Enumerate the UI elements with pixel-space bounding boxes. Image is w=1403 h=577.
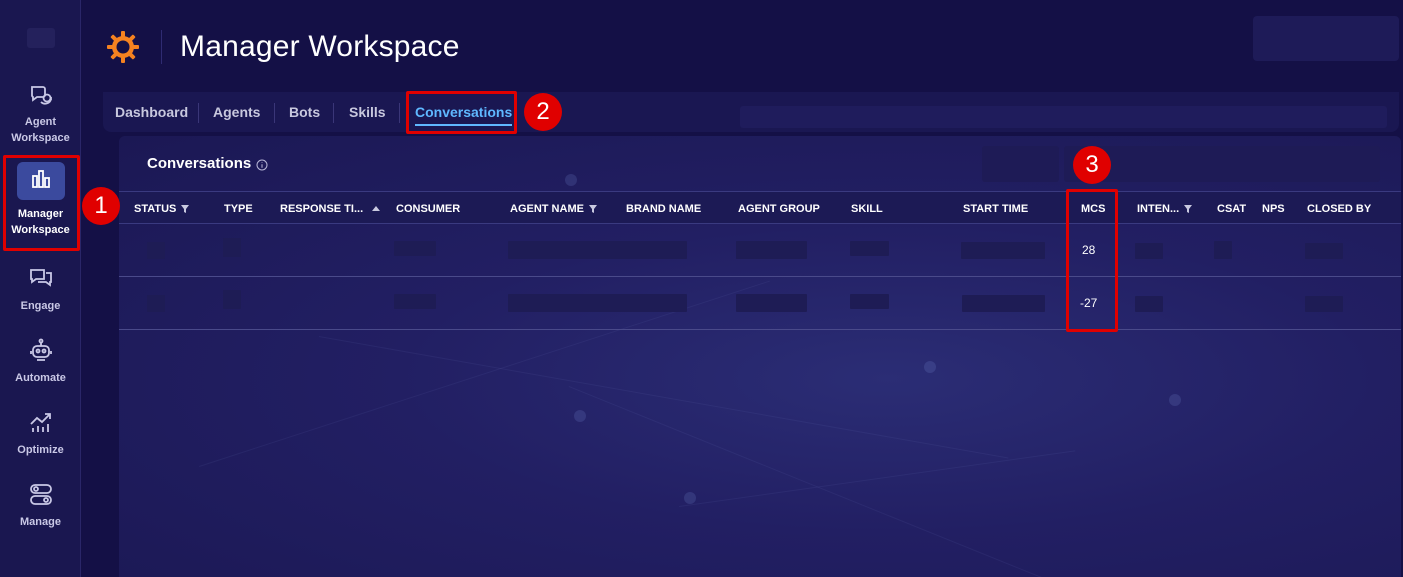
panel-search-control[interactable] (1064, 146, 1380, 182)
background-network-node (574, 410, 586, 422)
table-row[interactable]: -27 (119, 277, 1401, 330)
sidebar-logo-placeholder (27, 28, 55, 48)
headset-chat-icon (28, 82, 54, 108)
conversations-panel: Conversations STATUS TYPE RESPONSE TI...… (119, 136, 1401, 577)
tab-skills[interactable]: Skills (349, 104, 386, 120)
redacted-cell (961, 242, 1045, 259)
info-circle-icon[interactable] (256, 158, 268, 171)
background-network-line (679, 450, 1076, 507)
annotation-badge-2: 2 (524, 93, 562, 131)
tab-bar: Dashboard Agents Bots Skills Conversatio… (103, 92, 1399, 132)
panel-title: Conversations (147, 155, 252, 172)
redacted-cell (1305, 243, 1343, 259)
column-header-nps[interactable]: NPS (1262, 203, 1285, 215)
background-network-node (684, 492, 696, 504)
column-header-consumer[interactable]: CONSUMER (396, 203, 460, 215)
column-header-brand-name[interactable]: BRAND NAME (626, 203, 701, 215)
table-header: STATUS TYPE RESPONSE TI... CONSUMER AGEN… (119, 191, 1401, 224)
tab-dashboard[interactable]: Dashboard (115, 104, 188, 120)
redacted-cell (736, 294, 807, 312)
tab-agents[interactable]: Agents (213, 104, 260, 120)
redacted-cell (508, 241, 687, 259)
filter-icon[interactable] (588, 204, 598, 214)
filter-icon[interactable] (1183, 204, 1193, 214)
header-divider (161, 30, 162, 64)
tab-divider (274, 103, 275, 123)
tab-bots[interactable]: Bots (289, 104, 320, 120)
sidebar-item-label: Optimize (17, 444, 64, 456)
sort-ascending-icon[interactable] (371, 204, 381, 214)
sidebar-item-label: Workspace (11, 132, 70, 144)
column-header-type[interactable]: TYPE (224, 203, 253, 215)
background-network-node (924, 361, 936, 373)
redacted-cell (1305, 296, 1343, 312)
tab-divider (333, 103, 334, 123)
sidebar-item-label: Engage (20, 300, 61, 312)
tab-divider (198, 103, 199, 123)
annotation-badge-3: 3 (1073, 146, 1111, 184)
redacted-cell (394, 294, 436, 309)
panel-filter-control[interactable] (982, 146, 1059, 182)
toggles-icon (28, 482, 54, 508)
column-header-status[interactable]: STATUS (134, 203, 190, 215)
redacted-cell (147, 242, 165, 259)
redacted-cell (1214, 241, 1232, 259)
column-header-closed-by[interactable]: CLOSED BY (1307, 203, 1371, 215)
redacted-cell (850, 241, 889, 256)
annotation-box-2 (406, 91, 517, 134)
background-network-line (318, 336, 1009, 459)
column-header-skill[interactable]: SKILL (851, 203, 883, 215)
background-network-line (568, 386, 1052, 577)
sidebar-item-automate[interactable]: Automate (0, 338, 81, 386)
sidebar-item-agent-workspace[interactable]: Agent Workspace (0, 82, 81, 146)
sidebar-item-label: Agent (24, 116, 57, 128)
annotation-box-3 (1066, 189, 1118, 332)
sidebar-item-manage[interactable]: Manage (0, 482, 81, 530)
page-title: Manager Workspace (180, 30, 460, 63)
column-header-csat[interactable]: CSAT (1217, 203, 1246, 215)
annotation-badge-1: 1 (82, 187, 120, 225)
trend-chart-icon (28, 410, 54, 436)
redacted-cell (1135, 243, 1163, 259)
column-header-intent[interactable]: INTEN... (1137, 203, 1193, 215)
gear-logo-icon (106, 30, 140, 64)
column-header-start-time[interactable]: START TIME (963, 203, 1028, 215)
header-user-area[interactable] (1253, 16, 1399, 61)
chat-bubbles-icon (28, 266, 54, 292)
redacted-cell (962, 295, 1045, 312)
column-header-response-time[interactable]: RESPONSE TI... (280, 203, 381, 215)
filter-icon[interactable] (180, 204, 190, 214)
column-header-agent-name[interactable]: AGENT NAME (510, 203, 598, 215)
background-network-node (1169, 394, 1181, 406)
sidebar-item-optimize[interactable]: Optimize (0, 410, 81, 458)
robot-icon (28, 338, 54, 364)
tab-divider (399, 103, 400, 123)
redacted-cell (736, 241, 807, 259)
annotation-box-1 (3, 155, 80, 251)
column-header-agent-group[interactable]: AGENT GROUP (738, 203, 820, 215)
table-row[interactable]: 28 (119, 224, 1401, 277)
redacted-cell (394, 241, 436, 256)
sidebar: Agent Workspace Manager Workspace Engage (0, 0, 81, 577)
panel-header: Conversations (119, 136, 1401, 191)
redacted-cell (147, 295, 165, 312)
redacted-cell (1135, 296, 1163, 312)
sidebar-item-engage[interactable]: Engage (0, 266, 81, 314)
redacted-cell (223, 238, 241, 257)
sidebar-item-label: Manage (20, 516, 61, 528)
redacted-cell (508, 294, 687, 312)
tab-bar-filter-area[interactable] (740, 106, 1387, 128)
redacted-cell (850, 294, 889, 309)
app-header: Manager Workspace (81, 0, 1403, 92)
redacted-cell (223, 290, 241, 309)
sidebar-item-label: Automate (15, 372, 66, 384)
